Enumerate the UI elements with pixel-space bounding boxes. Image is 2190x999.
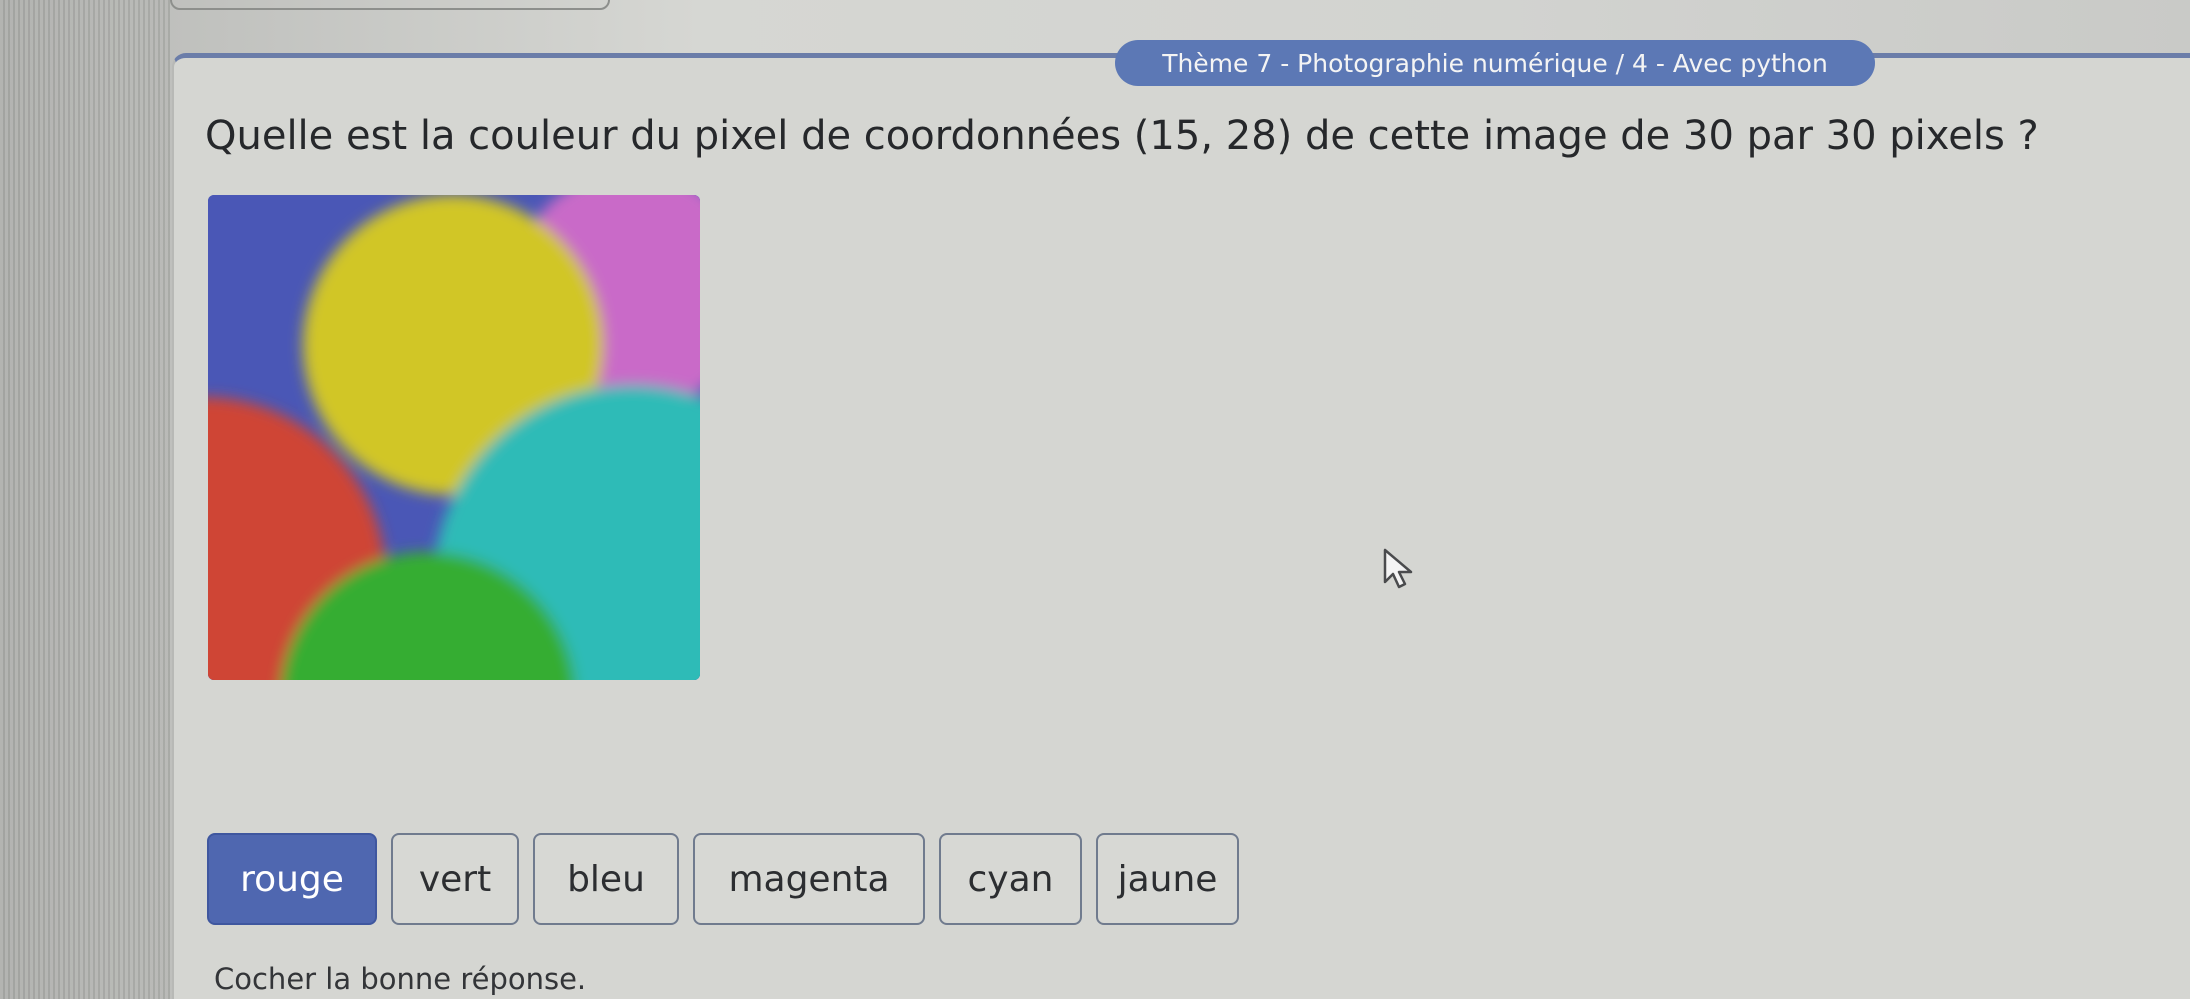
answer-rouge-button[interactable]: rouge — [207, 833, 377, 925]
theme-badge: Thème 7 - Photographie numérique / 4 - A… — [1115, 40, 1875, 86]
question-text: Quelle est la couleur du pixel de coordo… — [205, 113, 2039, 159]
screen-edge — [0, 0, 170, 999]
color-blobs-image — [208, 195, 700, 680]
answer-cyan-button[interactable]: cyan — [939, 833, 1082, 925]
answer-jaune-button[interactable]: jaune — [1096, 833, 1239, 925]
question-image — [208, 195, 700, 680]
previous-panel-edge — [170, 0, 610, 10]
mouse-pointer-icon — [1383, 548, 1413, 589]
instruction-text: Cocher la bonne réponse. — [214, 962, 587, 996]
quiz-page: Thème 7 - Photographie numérique / 4 - A… — [0, 0, 2190, 999]
answer-magenta-button[interactable]: magenta — [693, 833, 925, 925]
answer-bleu-button[interactable]: bleu — [533, 833, 679, 925]
answer-vert-button[interactable]: vert — [391, 833, 519, 925]
